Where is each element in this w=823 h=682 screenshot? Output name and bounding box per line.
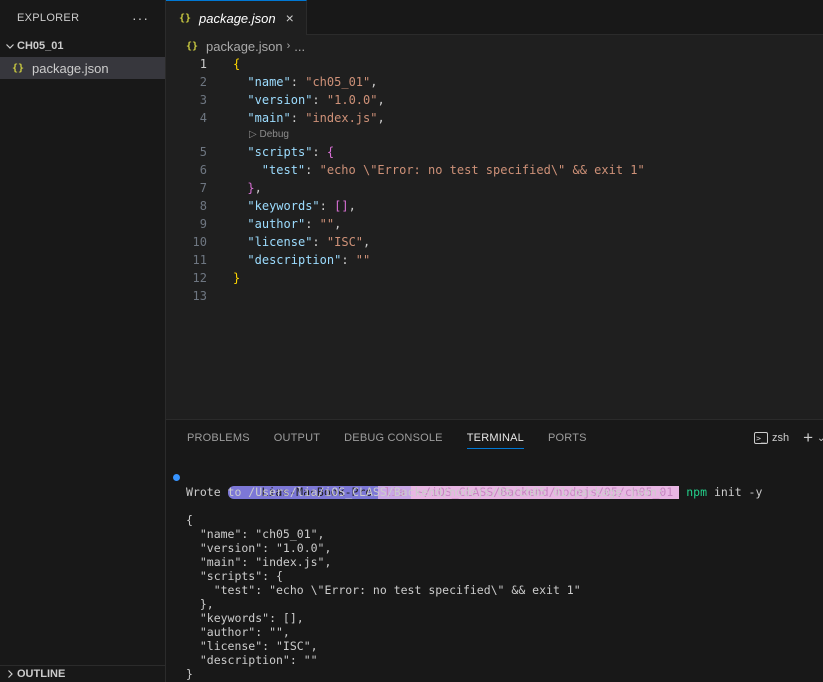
codelens-debug[interactable]: ▷ Debug bbox=[166, 127, 823, 143]
debug-label: Debug bbox=[259, 129, 289, 140]
code-text: "license": "ISC", bbox=[247, 235, 371, 249]
breadcrumb-rest[interactable]: ... bbox=[294, 39, 305, 54]
line-number: 8 bbox=[199, 199, 207, 213]
terminal-line: "main": "index.js", bbox=[186, 555, 332, 569]
breadcrumb: {} package.json › ... bbox=[166, 35, 823, 57]
line-number: 12 bbox=[192, 271, 207, 285]
explorer-title: EXPLORER bbox=[17, 11, 80, 24]
chevron-right-icon bbox=[4, 668, 16, 680]
code-text: "test": "echo \"Error: no test specified… bbox=[261, 163, 645, 177]
code-text: "author": "", bbox=[247, 217, 342, 231]
file-package-json[interactable]: {} package.json bbox=[0, 57, 165, 79]
line-number: 5 bbox=[199, 145, 207, 159]
code-line: 7}, bbox=[166, 179, 823, 197]
code-text: "keywords": [], bbox=[247, 199, 356, 213]
json-file-icon: {} bbox=[12, 62, 25, 74]
code-text: "version": "1.0.0", bbox=[247, 93, 385, 107]
terminal-line: "license": "ISC", bbox=[186, 639, 318, 653]
line-number: 10 bbox=[192, 235, 207, 249]
terminal-prompt-line: Lias-MacBook-Pro lia ~/iOS_CLASS/Backend/n… bbox=[171, 471, 823, 499]
outline-section[interactable]: OUTLINE bbox=[0, 665, 165, 682]
terminal-line: } bbox=[186, 667, 193, 681]
tab-problems[interactable]: PROBLEMS bbox=[187, 420, 250, 456]
code-line: 5 "scripts": { bbox=[166, 143, 823, 161]
terminal-output[interactable]: Lias-MacBook-Pro lia ~/iOS_CLASS/Backend/n… bbox=[171, 471, 823, 681]
line-number: 1 bbox=[199, 57, 207, 71]
code-line: 8 "keywords": [], bbox=[166, 197, 823, 215]
code-text: "main": "index.js", bbox=[247, 111, 385, 125]
bottom-panel: PROBLEMS OUTPUT DEBUG CONSOLE TERMINAL PORTS… bbox=[166, 419, 823, 682]
outline-label: OUTLINE bbox=[17, 668, 66, 680]
line-number: 2 bbox=[199, 75, 207, 89]
chevron-right-icon: › bbox=[286, 40, 291, 52]
tab-title: package.json bbox=[199, 10, 276, 26]
status-dot-icon bbox=[173, 474, 180, 481]
terminal-line: { bbox=[186, 513, 193, 527]
terminal-line: "name": "ch05_01", bbox=[186, 527, 325, 541]
code-editor[interactable]: 1{2 "name": "ch05_01", 3 "version": "1.0.0"… bbox=[166, 55, 823, 417]
terminal-line: Wrote to /Users/lia/iOS_CLASS/Backend/no… bbox=[186, 485, 664, 499]
more-actions-icon[interactable]: ··· bbox=[132, 10, 149, 26]
line-number: 7 bbox=[199, 181, 207, 195]
close-icon[interactable]: × bbox=[286, 10, 294, 26]
code-line: 11 "description": "" bbox=[166, 251, 823, 269]
line-number: 11 bbox=[192, 253, 207, 267]
code-text: "description": "" bbox=[247, 253, 371, 267]
play-icon: ▷ bbox=[249, 129, 257, 140]
shell-name[interactable]: zsh bbox=[772, 432, 789, 444]
line-number: 4 bbox=[199, 111, 207, 125]
file-label: package.json bbox=[32, 60, 109, 76]
code-text: } bbox=[233, 271, 241, 285]
json-file-icon: {} bbox=[179, 12, 192, 24]
terminal-line: "keywords": [], bbox=[186, 611, 304, 625]
line-number: 3 bbox=[199, 93, 207, 107]
terminal-line: "scripts": { bbox=[186, 569, 283, 583]
code-text: "name": "ch05_01", bbox=[247, 75, 378, 89]
code-line: 6 "test": "echo \"Error: no test specifie… bbox=[166, 161, 823, 179]
tab-package-json[interactable]: {} package.json × bbox=[166, 0, 307, 35]
breadcrumb-file[interactable]: package.json bbox=[206, 39, 283, 54]
line-number: 13 bbox=[192, 289, 207, 303]
code-line: 1{ bbox=[166, 55, 823, 73]
terminal-line: "author": "", bbox=[186, 625, 290, 639]
folder-ch05-01[interactable]: CH05_01 bbox=[0, 35, 165, 57]
terminal-line: }, bbox=[186, 597, 214, 611]
code-line: 3 "version": "1.0.0", bbox=[166, 91, 823, 109]
line-number: 6 bbox=[199, 163, 207, 177]
code-text: }, bbox=[247, 181, 262, 195]
panel-tabs: PROBLEMS OUTPUT DEBUG CONSOLE TERMINAL PORTS bbox=[166, 420, 823, 456]
code-text: { bbox=[233, 57, 241, 71]
code-line: 10 "license": "ISC", bbox=[166, 233, 823, 251]
add-terminal-icon[interactable]: + bbox=[803, 428, 813, 448]
chevron-down-icon[interactable]: ⌄ bbox=[817, 433, 823, 444]
terminal-line: "test": "echo \"Error: no test specified… bbox=[186, 583, 581, 597]
code-line: 12} bbox=[166, 269, 823, 287]
terminal-line: "description": "" bbox=[186, 653, 318, 667]
code-text: "scripts": { bbox=[247, 145, 335, 159]
json-file-icon: {} bbox=[186, 40, 199, 52]
panel-actions: >_ zsh + ⌄ bbox=[753, 420, 823, 456]
line-number: 9 bbox=[199, 217, 207, 231]
tab-output[interactable]: OUTPUT bbox=[274, 420, 320, 456]
tab-ports[interactable]: PORTS bbox=[548, 420, 587, 456]
code-line: 2 "name": "ch05_01", bbox=[166, 73, 823, 91]
chevron-down-icon bbox=[4, 40, 16, 52]
code-line: 13 bbox=[166, 287, 823, 305]
terminal-line: "version": "1.0.0", bbox=[186, 541, 332, 555]
tab-debug-console[interactable]: DEBUG CONSOLE bbox=[344, 420, 443, 456]
code-line: 4 "main": "index.js", bbox=[166, 109, 823, 127]
explorer-header: EXPLORER ··· bbox=[0, 0, 165, 35]
tab-terminal[interactable]: TERMINAL bbox=[466, 420, 525, 456]
editor-tab-bar: {} package.json × bbox=[166, 0, 823, 35]
folder-label: CH05_01 bbox=[17, 40, 64, 52]
explorer-sidebar: EXPLORER ··· CH05_01 {} package.json OUT… bbox=[0, 0, 166, 682]
code-line: 9 "author": "", bbox=[166, 215, 823, 233]
terminal-icon: >_ bbox=[753, 432, 768, 444]
